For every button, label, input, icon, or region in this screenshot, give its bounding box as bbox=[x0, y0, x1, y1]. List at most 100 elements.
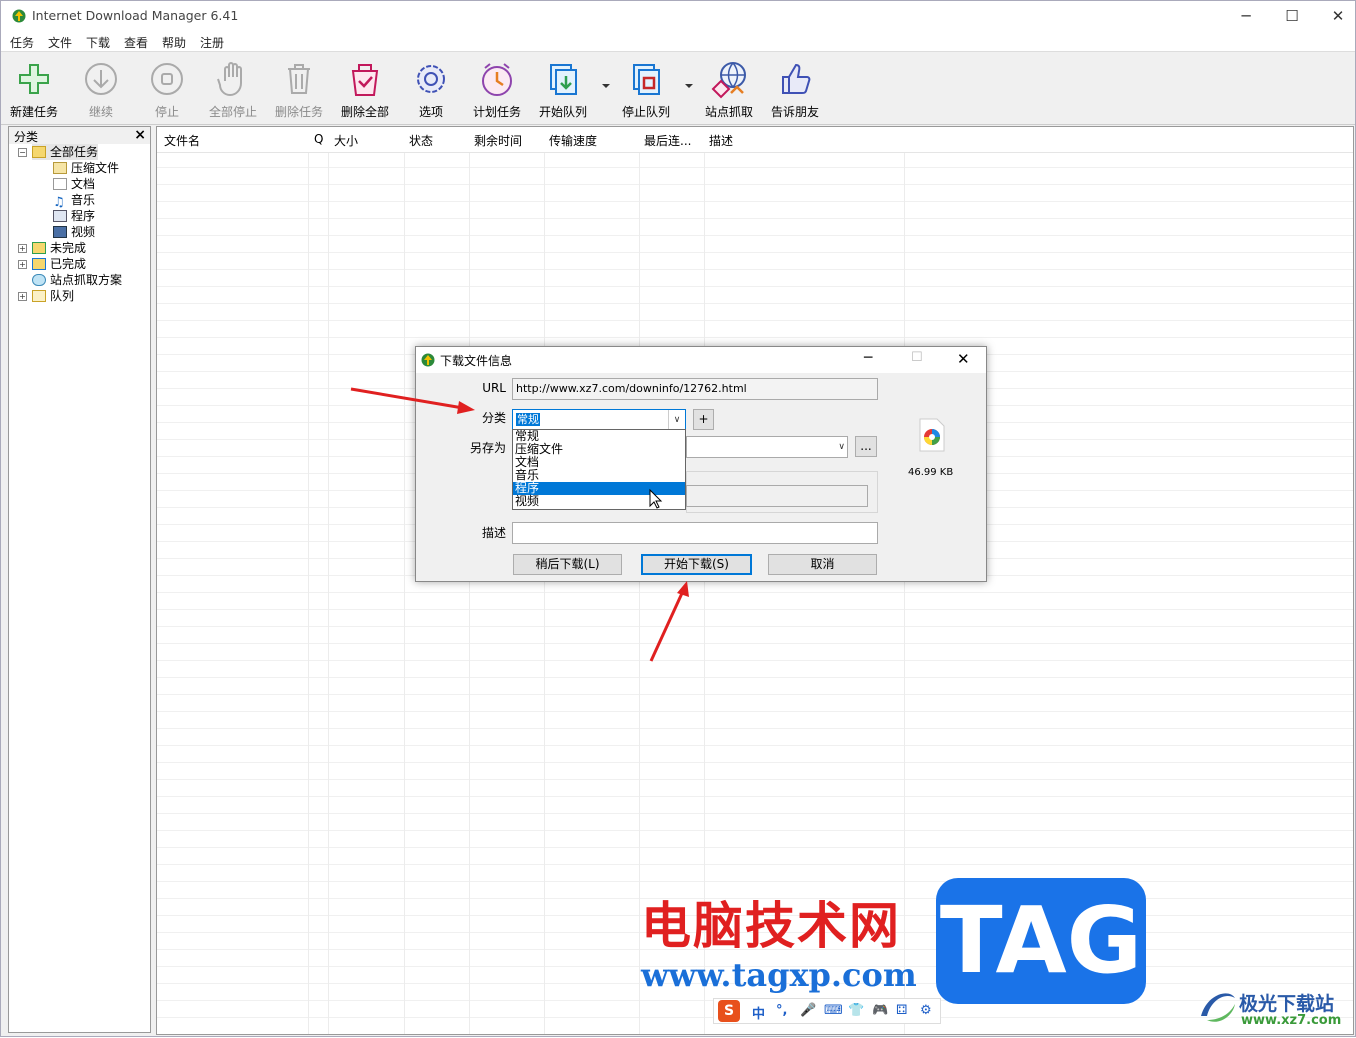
col-description[interactable]: 描述 bbox=[709, 132, 733, 149]
expander-complete[interactable]: + bbox=[18, 260, 27, 269]
ime-skin-icon[interactable]: 👕 bbox=[848, 1003, 864, 1018]
dialog-minimize-button[interactable]: ─ bbox=[864, 350, 872, 366]
category-label: 分类 bbox=[481, 411, 506, 425]
col-last-try[interactable]: 最后连... bbox=[644, 132, 691, 149]
ime-voice-icon[interactable]: 🎤 bbox=[800, 1003, 816, 1018]
delete-task-button[interactable]: 删除任务 bbox=[266, 59, 332, 121]
maximize-button[interactable]: ☐ bbox=[1269, 1, 1315, 31]
stop-all-button[interactable]: 全部停止 bbox=[200, 59, 266, 121]
col-time-left[interactable]: 剩余时间 bbox=[474, 132, 522, 149]
col-status[interactable]: 状态 bbox=[409, 132, 433, 149]
dialog-title-bar: 下载文件信息 ─ ☐ ✕ bbox=[416, 347, 986, 373]
description-label: 描述 bbox=[481, 526, 506, 540]
tree-item-music[interactable]: ♫ 音乐 bbox=[53, 192, 95, 209]
download-later-button[interactable]: 稍后下载(L) bbox=[513, 554, 622, 575]
ime-chinese-mode[interactable]: 中 bbox=[752, 1003, 765, 1022]
new-task-button[interactable]: 新建任务 bbox=[1, 59, 67, 121]
dialog-maximize-button: ☐ bbox=[911, 350, 923, 365]
menu-download[interactable]: 下载 bbox=[86, 34, 110, 51]
col-transfer-rate[interactable]: 传输速度 bbox=[549, 132, 597, 149]
tree-item-queues[interactable]: 队列 bbox=[32, 288, 74, 304]
expander-queues[interactable]: + bbox=[18, 292, 27, 301]
minimize-button[interactable]: ─ bbox=[1223, 1, 1269, 31]
tree-item-all-tasks[interactable]: 全部任务 bbox=[32, 144, 99, 160]
add-category-button[interactable]: + bbox=[693, 409, 714, 430]
tree-item-archives[interactable]: 压缩文件 bbox=[53, 160, 119, 176]
save-as-label: 另存为 bbox=[469, 441, 506, 455]
ime-punctuation-icon[interactable]: °, bbox=[776, 1003, 787, 1018]
chevron-down-icon[interactable]: ∨ bbox=[838, 437, 845, 457]
sidebar-close-icon[interactable]: × bbox=[134, 127, 146, 143]
ime-keyboard-icon[interactable]: ⌨ bbox=[824, 1003, 843, 1018]
watermark-tag-logo: TAG bbox=[936, 878, 1146, 1004]
stop-queue-button[interactable]: 停止队列 bbox=[613, 59, 679, 121]
remember-path-field bbox=[686, 485, 868, 507]
category-select[interactable]: 常规 ∨ bbox=[512, 409, 686, 431]
menu-bar: 任务 文件 下载 查看 帮助 注册 bbox=[1, 31, 1355, 52]
resume-button[interactable]: 继续 bbox=[68, 59, 134, 121]
close-button[interactable]: ✕ bbox=[1315, 1, 1356, 31]
program-icon bbox=[53, 210, 67, 222]
video-icon bbox=[53, 226, 67, 238]
menu-register[interactable]: 注册 bbox=[200, 34, 224, 51]
resume-icon bbox=[85, 63, 117, 95]
col-size[interactable]: 大小 bbox=[334, 132, 358, 149]
browse-button[interactable]: ... bbox=[855, 436, 877, 457]
idm-app-icon bbox=[12, 9, 26, 23]
watermark-brand-url: www.xz7.com bbox=[1241, 1013, 1342, 1028]
stop-queue-icon bbox=[633, 64, 660, 95]
start-download-button[interactable]: 开始下载(S) bbox=[641, 554, 752, 575]
idm-app-icon bbox=[421, 353, 435, 367]
tree-item-grabber-projects[interactable]: 站点抓取方案 bbox=[32, 272, 122, 288]
expander-incomplete[interactable]: + bbox=[18, 244, 27, 253]
brand-logo-icon bbox=[1201, 993, 1235, 1022]
site-grabber-icon bbox=[711, 62, 746, 99]
dialog-close-button[interactable]: ✕ bbox=[957, 350, 970, 368]
menu-help[interactable]: 帮助 bbox=[162, 34, 186, 51]
url-field[interactable]: http://www.xz7.com/downinfo/12762.html bbox=[512, 378, 878, 400]
menu-file[interactable]: 文件 bbox=[48, 34, 72, 51]
save-as-path-field[interactable]: ∨ bbox=[686, 436, 848, 458]
menu-view[interactable]: 查看 bbox=[124, 34, 148, 51]
tree-item-complete[interactable]: 已完成 bbox=[32, 256, 86, 272]
tree-item-video[interactable]: 视频 bbox=[53, 224, 95, 240]
delete-all-button[interactable]: 删除全部 bbox=[332, 59, 398, 121]
watermark-brand: 极光下载站 bbox=[1239, 993, 1335, 1015]
ime-settings-icon[interactable]: ⚙ bbox=[920, 1003, 932, 1018]
folder-incomplete-icon bbox=[32, 242, 46, 254]
category-sidebar: 分类 × − 全部任务 压缩文件 文档 ♫ 音乐 程序 视频 + 未完成 + 已完… bbox=[8, 126, 151, 1033]
dropdown-option-video[interactable]: 视频 bbox=[513, 495, 685, 508]
url-label: URL bbox=[482, 381, 506, 395]
start-queue-dropdown-arrow[interactable] bbox=[602, 84, 610, 88]
chevron-down-icon[interactable]: ∨ bbox=[668, 410, 685, 430]
tell-friend-button[interactable]: 告诉朋友 bbox=[762, 59, 828, 121]
trash-icon bbox=[288, 64, 310, 94]
expander-all-tasks[interactable]: − bbox=[18, 148, 27, 157]
add-icon bbox=[19, 64, 49, 94]
description-field[interactable] bbox=[512, 522, 878, 544]
tree-item-documents[interactable]: 文档 bbox=[53, 176, 95, 192]
col-q[interactable]: Q bbox=[314, 132, 323, 146]
site-grabber-button[interactable]: 站点抓取 bbox=[696, 59, 762, 121]
options-button[interactable]: 选项 bbox=[398, 59, 464, 121]
start-queue-button[interactable]: 开始队列 bbox=[530, 59, 596, 121]
stop-icon bbox=[151, 63, 183, 95]
column-header-row: 文件名 Q 大小 状态 剩余时间 传输速度 最后连... 描述 bbox=[157, 127, 1353, 153]
cancel-button[interactable]: 取消 bbox=[768, 554, 877, 575]
folder-queue-icon bbox=[32, 290, 46, 302]
tree-item-programs[interactable]: 程序 bbox=[53, 208, 95, 224]
stop-queue-dropdown-arrow[interactable] bbox=[685, 84, 693, 88]
thumbs-up-icon bbox=[782, 63, 811, 94]
ime-toolbox-icon[interactable]: ⚃ bbox=[896, 1003, 907, 1018]
scheduler-button[interactable]: 计划任务 bbox=[464, 59, 530, 121]
tree-item-incomplete[interactable]: 未完成 bbox=[32, 240, 86, 256]
stop-button[interactable]: 停止 bbox=[134, 59, 200, 121]
file-type-icon bbox=[919, 418, 945, 452]
folder-open-icon bbox=[32, 146, 46, 158]
archive-icon bbox=[53, 162, 67, 174]
ime-game-icon[interactable]: 🎮 bbox=[872, 1003, 888, 1018]
col-filename[interactable]: 文件名 bbox=[164, 132, 200, 149]
file-size: 46.99 KB bbox=[908, 467, 954, 478]
sogou-logo-icon[interactable]: S bbox=[718, 1000, 740, 1022]
menu-tasks[interactable]: 任务 bbox=[10, 34, 34, 51]
